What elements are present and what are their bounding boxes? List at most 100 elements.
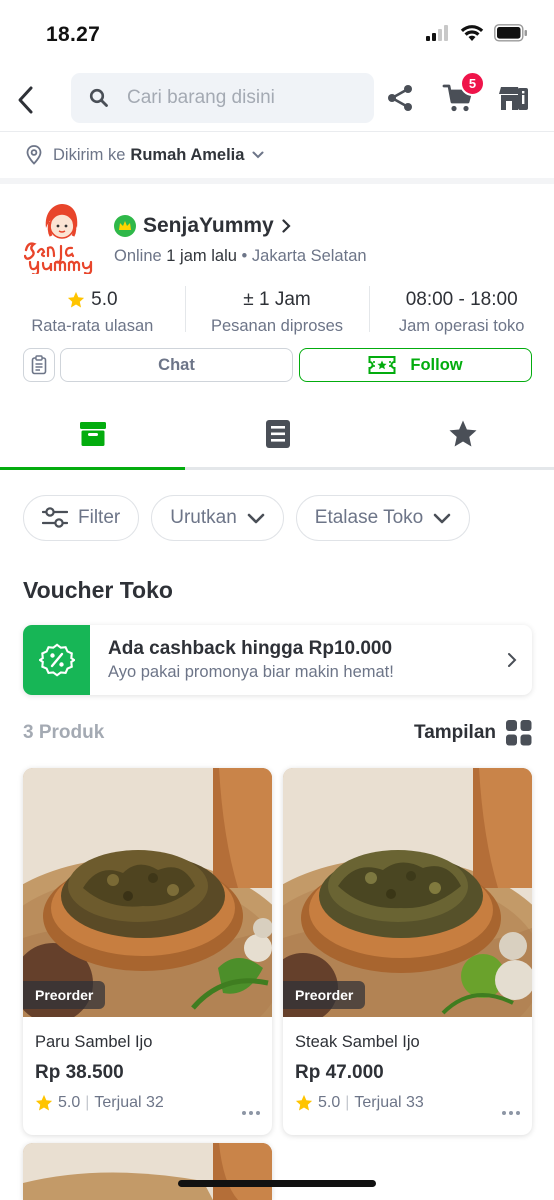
tab-catalog[interactable] — [185, 400, 370, 467]
voucher-section-title: Voucher Toko — [23, 577, 173, 603]
product-card[interactable] — [23, 1143, 272, 1200]
chevron-down-icon — [247, 513, 265, 523]
stat-hours-value: 08:00 - 18:00 — [405, 288, 518, 310]
chat-button[interactable]: Chat — [60, 348, 293, 382]
product-card[interactable]: Preorder Paru Sambel Ijo Rp 38.500 5.0 |… — [23, 768, 272, 1135]
meta-divider: | — [345, 1094, 350, 1111]
battery-icon — [494, 24, 527, 42]
share-icon — [388, 85, 412, 111]
filter-button[interactable]: Filter — [23, 495, 140, 541]
product-info: Paru Sambel Ijo Rp 38.500 5.0 | Terjual … — [23, 1017, 272, 1135]
status-time: 18.27 — [46, 23, 101, 46]
shop-status: Online 1 jam lalu • Jakarta Selatan — [114, 247, 367, 266]
filter-row: Filter Urutkan Etalase Toko — [0, 495, 554, 541]
star-icon — [449, 420, 476, 446]
cart-count-badge: 5 — [460, 71, 485, 96]
shop-location: Jakarta Selatan — [251, 247, 367, 265]
product-meta: 5.0 | Terjual 32 — [35, 1094, 260, 1112]
online-prefix: Online — [114, 247, 162, 265]
stat-processing: ± 1 Jam Pesanan diproses — [184, 282, 370, 342]
home-indicator — [178, 1180, 376, 1187]
shop-info-button[interactable] — [497, 81, 531, 115]
tab-reviews[interactable] — [370, 400, 554, 467]
status-bar: 18.27 — [0, 0, 554, 66]
showcase-dropdown[interactable]: Etalase Toko — [295, 495, 471, 541]
cashback-badge-icon — [38, 643, 75, 677]
voucher-sub-text: Ayo pakai promonya biar makin hemat! — [108, 663, 394, 681]
meta-divider: | — [85, 1094, 90, 1111]
product-info: Steak Sambel Ijo Rp 47.000 5.0 | Terjual… — [283, 1017, 532, 1135]
filter-label: Filter — [78, 507, 121, 528]
shop-notes-button[interactable] — [23, 348, 55, 382]
grid-view-icon — [506, 720, 532, 746]
filter-sliders-icon — [42, 507, 68, 528]
more-options-icon[interactable] — [502, 1111, 520, 1115]
stat-processing-label: Pesanan diproses — [210, 316, 344, 335]
follow-ticket-icon — [368, 356, 396, 374]
shop-name: SenjaYummy — [143, 214, 274, 237]
online-time: 1 jam lalu — [166, 247, 237, 265]
stat-processing-value: ± 1 Jam — [243, 288, 311, 310]
store-icon — [79, 421, 106, 446]
sort-dropdown[interactable]: Urutkan — [151, 495, 284, 541]
location-pin-icon — [26, 145, 44, 165]
product-image — [23, 1143, 272, 1200]
voucher-card[interactable]: Ada cashback hingga Rp10.000 Ayo pakai p… — [23, 625, 532, 695]
chevron-down-icon — [252, 151, 264, 159]
shop-logo[interactable] — [23, 198, 100, 276]
address-name: Rumah Amelia — [130, 145, 245, 164]
shop-header: SenjaYummy Online 1 jam lalu • Jakarta S… — [0, 184, 554, 282]
shipping-address-bar[interactable]: Dikirim ke Rumah Amelia — [0, 132, 554, 184]
stat-rating[interactable]: 5.0 Rata-rata ulasan — [0, 282, 185, 342]
status-separator: • — [241, 247, 248, 265]
power-merchant-badge-icon — [114, 215, 136, 237]
follow-label: Follow — [410, 355, 463, 374]
sort-label: Urutkan — [170, 507, 237, 528]
voucher-text: Ada cashback hingga Rp10.000 Ayo pakai p… — [108, 638, 492, 682]
star-icon — [35, 1094, 53, 1111]
product-price: Rp 47.000 — [295, 1062, 384, 1083]
product-image: Preorder — [283, 768, 532, 1017]
store-info-icon — [499, 87, 528, 110]
shop-name-row[interactable]: SenjaYummy — [114, 214, 291, 238]
search-box[interactable] — [71, 73, 374, 123]
product-meta: 5.0 | Terjual 33 — [295, 1094, 520, 1112]
back-button[interactable] — [8, 80, 42, 120]
back-arrow-icon — [18, 86, 33, 114]
chevron-right-icon — [492, 652, 532, 668]
product-rating: 5.0 — [318, 1094, 341, 1111]
product-name: Steak Sambel Ijo — [295, 1033, 420, 1051]
search-icon — [89, 87, 111, 109]
follow-button[interactable]: Follow — [299, 348, 532, 382]
view-toggle-button[interactable]: Tampilan — [414, 720, 532, 746]
star-icon — [295, 1094, 313, 1111]
shop-actions: Chat Follow — [0, 348, 554, 392]
product-image: Preorder — [23, 768, 272, 1017]
stat-hours: 08:00 - 18:00 Jam operasi toko — [369, 282, 554, 342]
product-card[interactable]: Preorder Steak Sambel Ijo Rp 47.000 5.0 … — [283, 768, 532, 1135]
product-price: Rp 38.500 — [35, 1062, 124, 1083]
search-input[interactable] — [127, 87, 357, 109]
share-button[interactable] — [383, 81, 417, 115]
cellular-signal-icon — [426, 25, 448, 41]
shop-tabs — [0, 400, 554, 470]
wifi-icon — [460, 25, 484, 41]
notes-icon — [31, 355, 47, 375]
product-name: Paru Sambel Ijo — [35, 1033, 153, 1051]
voucher-icon-panel — [23, 625, 90, 695]
tab-store[interactable] — [0, 400, 185, 470]
stat-rating-value: 5.0 — [91, 288, 118, 310]
stat-rating-label: Rata-rata ulasan — [31, 316, 154, 335]
status-icons — [426, 24, 528, 42]
more-options-icon[interactable] — [242, 1111, 260, 1115]
address-prefix: Dikirim ke — [53, 145, 126, 164]
top-nav-bar: 5 — [0, 66, 554, 132]
voucher-main-text: Ada cashback hingga Rp10.000 — [108, 638, 393, 659]
chevron-down-icon — [433, 513, 451, 523]
product-list-header: 3 Produk Tampilan — [23, 720, 532, 746]
cart-button[interactable]: 5 — [441, 71, 485, 115]
product-sold: Terjual 33 — [354, 1094, 424, 1111]
catalog-icon — [265, 419, 290, 448]
preorder-badge: Preorder — [23, 981, 106, 1009]
star-icon — [68, 291, 85, 307]
